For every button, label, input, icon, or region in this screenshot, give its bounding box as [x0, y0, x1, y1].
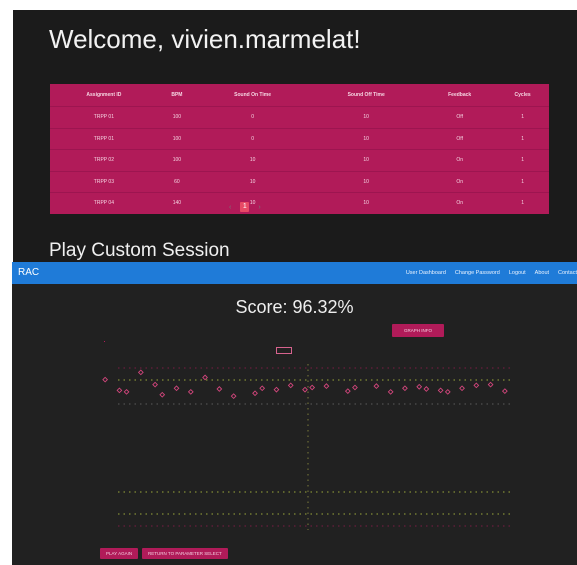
data-point: [273, 386, 280, 393]
table-row[interactable]: TRPP 03 60 10 10 On 1: [50, 170, 549, 193]
cell-cycles: 1: [496, 170, 549, 193]
cell-feedback: On: [423, 192, 497, 214]
data-point: [444, 388, 451, 395]
welcome-heading: Welcome, vivien.marmelat!: [49, 24, 361, 54]
data-point: [344, 388, 351, 395]
prev-page-button[interactable]: ‹: [229, 204, 231, 211]
data-point: [373, 383, 380, 389]
data-point: [459, 385, 465, 392]
data-point: [323, 383, 330, 389]
data-point: [202, 374, 208, 381]
data-point: [437, 387, 444, 394]
data-point: [216, 386, 223, 392]
data-point: [123, 388, 130, 395]
data-point: [423, 386, 430, 392]
cell-bpm: 100: [157, 149, 197, 171]
tab-graph-1[interactable]: [104, 330, 106, 342]
section-title: Play Custom Session: [49, 240, 230, 261]
header-sound-on-time: Sound On Time: [234, 92, 272, 98]
return-to-parameter-select-button[interactable]: RETURN TO PARAMETER SELECT: [142, 548, 228, 559]
cell-cycles: 1: [496, 127, 549, 150]
cell-cycles: 1: [496, 192, 549, 214]
cell-bpm: 100: [157, 127, 197, 150]
nav-logout[interactable]: Logout: [509, 270, 526, 276]
nav-user-dashboard[interactable]: User Dashboard: [406, 270, 446, 276]
cell-bpm: 140: [157, 192, 197, 214]
cell-sound-on: 10: [196, 149, 310, 171]
data-point: [487, 381, 494, 388]
data-point: [187, 388, 194, 395]
data-point: [159, 391, 166, 398]
tab-graph-2[interactable]: [193, 330, 194, 335]
cell-feedback: Off: [423, 106, 497, 128]
data-point: [152, 381, 159, 388]
cell-cycles: 1: [496, 149, 549, 171]
cell-sound-off: 10: [309, 106, 424, 128]
data-point: [259, 385, 266, 392]
cell-sound-off: 10: [309, 170, 424, 193]
play-again-button[interactable]: PLAY AGAIN: [100, 548, 139, 559]
page-1-button[interactable]: 1: [240, 202, 250, 212]
chart-legend[interactable]: [276, 347, 292, 354]
table-row[interactable]: TRPP 04 140 10 10 On 1: [50, 192, 549, 214]
cell-sound-off: 10: [309, 149, 424, 171]
cell-sound-on: 0: [196, 127, 310, 150]
cell-sound-off: 10: [309, 192, 424, 214]
table-row[interactable]: TRPP 01 100 0 10 Off 1: [50, 106, 549, 128]
pagination: ‹ 1 ›: [229, 202, 261, 212]
data-point: [402, 385, 408, 392]
cell-sound-on: 10: [196, 170, 310, 193]
data-point: [230, 393, 237, 400]
data-point: [137, 369, 144, 376]
table-row[interactable]: TRPP 01 100 0 10 Off 1: [50, 127, 549, 150]
score-heading: Score: 96.32%: [235, 297, 354, 317]
cell-assignment-id: TRPP 02: [50, 149, 158, 171]
header-sound-off-time: Sound Off Time: [347, 92, 385, 98]
table-row[interactable]: TRPP 02 100 10 10 On 1: [50, 149, 549, 171]
nav-links: User Dashboard Change Password Logout Ab…: [406, 270, 577, 276]
cell-cycles: 1: [496, 106, 549, 128]
data-point: [473, 382, 480, 389]
cell-bpm: 100: [157, 106, 197, 128]
cell-assignment-id: TRPP 03: [50, 170, 158, 193]
table-header-row: Assignment ID BPM Sound On Time Sound Of…: [50, 84, 549, 107]
cell-sound-on: 0: [196, 106, 310, 128]
data-point: [102, 376, 109, 383]
top-panel: Welcome, vivien.marmelat! Assignment ID …: [13, 10, 577, 262]
data-point: [173, 385, 180, 392]
next-page-button[interactable]: ›: [258, 204, 260, 211]
nav-change-password[interactable]: Change Password: [455, 270, 500, 276]
brand-logo[interactable]: RAC: [18, 267, 39, 278]
score-scatter-chart: [102, 364, 512, 530]
data-point: [116, 387, 123, 394]
nav-about[interactable]: About: [535, 270, 549, 276]
results-panel: RAC User Dashboard Change Password Logou…: [12, 262, 577, 565]
cell-assignment-id: TRPP 01: [50, 106, 158, 128]
data-point: [309, 384, 316, 391]
navbar: RAC User Dashboard Change Password Logou…: [12, 262, 577, 284]
header-feedback: Feedback: [448, 92, 472, 98]
nav-contact[interactable]: Contact: [558, 270, 577, 276]
graph-info-button[interactable]: GRAPH INFO: [392, 324, 445, 337]
header-assignment-id: Assignment ID: [86, 92, 122, 98]
data-point: [501, 388, 508, 395]
cell-feedback: On: [423, 170, 497, 193]
cell-bpm: 60: [157, 170, 197, 193]
cell-assignment-id: TRPP 01: [50, 127, 158, 150]
header-cycles: Cycles: [514, 92, 531, 98]
data-point: [416, 383, 423, 390]
header-bpm: BPM: [171, 92, 183, 98]
data-point: [252, 390, 258, 397]
data-point: [287, 382, 294, 389]
data-point: [352, 384, 358, 391]
data-point: [302, 386, 308, 393]
data-point: [387, 388, 394, 395]
assignments-table: Assignment ID BPM Sound On Time Sound Of…: [50, 84, 549, 214]
cell-sound-off: 10: [309, 127, 424, 150]
legend-swatch: [276, 347, 292, 354]
cell-assignment-id: TRPP 04: [50, 192, 158, 214]
cell-feedback: Off: [423, 127, 497, 150]
cell-feedback: On: [423, 149, 497, 171]
